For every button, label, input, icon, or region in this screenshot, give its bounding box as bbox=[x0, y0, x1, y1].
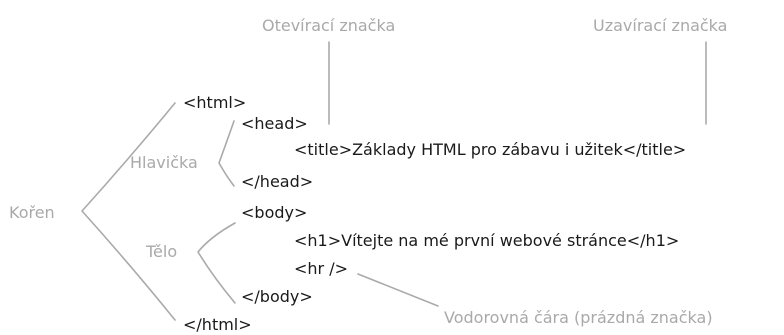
h1-line: <h1>Vítejte na mé první webové stránce</… bbox=[294, 231, 680, 250]
hr-line: <hr /> bbox=[294, 259, 349, 278]
opening-tag-label: Otevírací značka bbox=[262, 16, 396, 35]
body-close-tag: </body> bbox=[241, 287, 313, 306]
hr-label: Vodorovná čára (prázdná značka) bbox=[444, 308, 713, 327]
body-open-tag: <body> bbox=[241, 203, 308, 222]
closing-tag-label: Uzavírací značka bbox=[593, 16, 728, 35]
head-label: Hlavička bbox=[130, 153, 198, 172]
root-bracket bbox=[81, 102, 176, 321]
html-open-tag: <html> bbox=[183, 93, 247, 112]
html-close-tag: </html> bbox=[183, 315, 252, 334]
hr-pointer bbox=[357, 273, 439, 307]
root-label: Kořen bbox=[9, 203, 55, 222]
head-open-tag: <head> bbox=[241, 114, 308, 133]
html-structure-diagram: Otevírací značka Uzavírací značka <html>… bbox=[0, 0, 784, 335]
head-close-tag: </head> bbox=[241, 172, 314, 191]
connector-lines bbox=[81, 41, 707, 321]
head-bracket bbox=[218, 120, 235, 187]
body-bracket bbox=[197, 222, 236, 304]
title-line: <title>Základy HTML pro zábavu i užitek<… bbox=[294, 140, 687, 159]
body-label: Tělo bbox=[146, 242, 178, 261]
